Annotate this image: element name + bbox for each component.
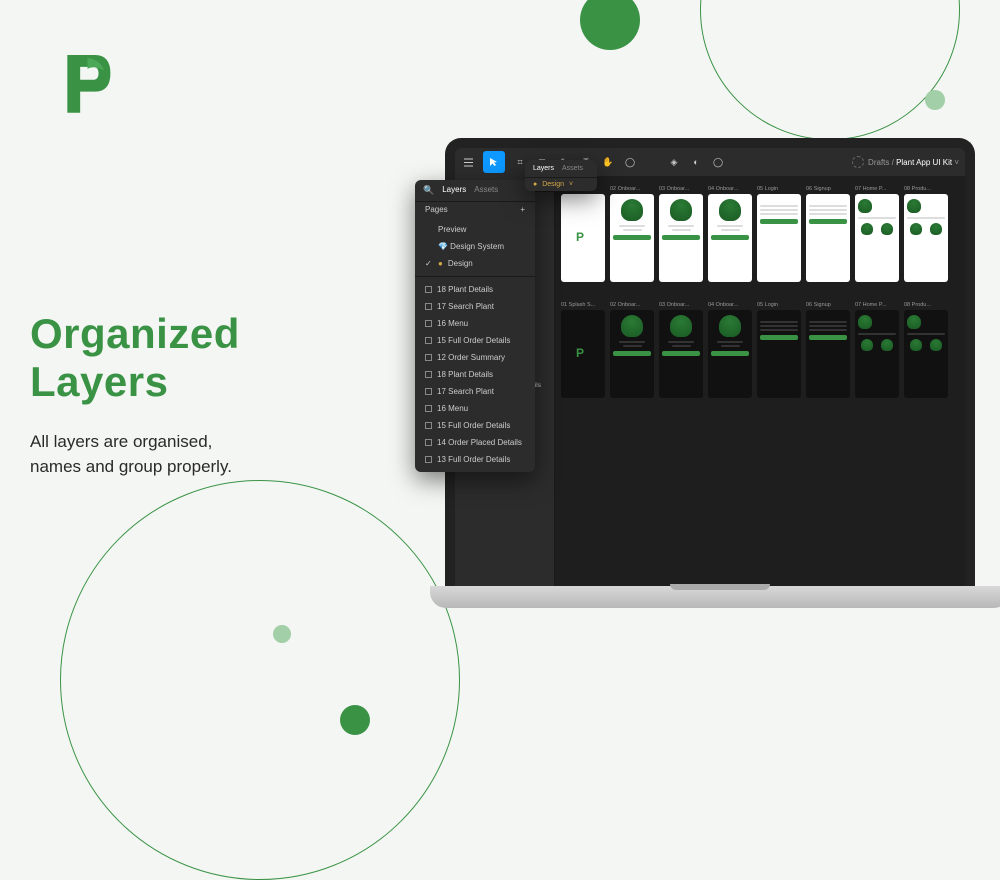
tab-layers[interactable]: Layers [533, 165, 554, 172]
artboard[interactable]: 06 Signup [806, 186, 850, 282]
brand-logo [60, 50, 115, 115]
artboard-screen [904, 194, 948, 282]
artboard[interactable]: 04 Onboar... [708, 186, 752, 282]
move-tool-icon[interactable] [483, 151, 505, 173]
layer-row[interactable]: 12 Order Summary [415, 349, 535, 366]
tab-assets[interactable]: Assets [562, 165, 583, 172]
layer-row[interactable]: 13 Full Order Details [415, 451, 535, 468]
artboard-screen [757, 310, 801, 398]
figma-menu-icon[interactable] [461, 155, 475, 169]
artboard-screen [708, 310, 752, 398]
page-title: Organized Layers [30, 310, 240, 407]
artboard-label: 01 Splash S... [561, 302, 605, 308]
artboard-screen [855, 310, 899, 398]
artboard-screen [708, 194, 752, 282]
avatar-icon[interactable] [852, 156, 864, 168]
artboard-screen [659, 194, 703, 282]
artboard-label: 07 Home P... [855, 302, 899, 308]
page-row[interactable]: Preview [415, 221, 535, 238]
artboard[interactable]: 08 Produ... [904, 302, 948, 398]
artboard-screen [855, 194, 899, 282]
layer-row[interactable]: 18 Plant Details [415, 366, 535, 383]
design-page-row[interactable]: ● Design ˅ [525, 178, 597, 191]
artboard-label: 04 Onboar... [708, 186, 752, 192]
laptop-notch [670, 584, 770, 590]
component-icon[interactable]: ◈ [667, 155, 681, 169]
layer-row[interactable]: 15 Full Order Details [415, 417, 535, 434]
artboard-screen [610, 194, 654, 282]
decoration-dot [925, 90, 945, 110]
floating-layers-panel-small: Layers Assets ● Design ˅ [525, 160, 597, 191]
page-row[interactable]: 💎 Design System [415, 238, 535, 255]
layer-row[interactable]: 17 Search Plant [415, 298, 535, 315]
layer-row[interactable]: 17 Search Plant [415, 383, 535, 400]
artboard[interactable]: 02 Onboar... [610, 186, 654, 282]
artboard[interactable]: 01 Splash S... P [561, 302, 605, 398]
artboard[interactable]: 03 Onboar... [659, 186, 703, 282]
page-subtitle: All layers are organised, names and grou… [30, 430, 232, 479]
add-page-icon[interactable]: + [520, 205, 525, 214]
artboard-label: 02 Onboar... [610, 302, 654, 308]
layer-row[interactable]: 14 Order Placed Details [415, 434, 535, 451]
floating-layers-panel: 🔍 Layers Assets Pages + Preview💎 Design … [415, 180, 535, 472]
artboard-screen: P [561, 194, 605, 282]
artboard-label: 06 Signup [806, 302, 850, 308]
layer-row[interactable]: 18 Plant Details [415, 281, 535, 298]
artboard-screen [659, 310, 703, 398]
layer-row[interactable]: 15 Full Order Details [415, 332, 535, 349]
artboard-label: 03 Onboar... [659, 186, 703, 192]
mask-icon[interactable]: ◐ [689, 155, 703, 169]
artboard[interactable]: 04 Onboar... [708, 302, 752, 398]
figma-canvas[interactable]: 01 Splash S... P 02 Onboar... 03 Onboar... 0… [555, 176, 965, 588]
project-path[interactable]: Drafts / Plant App UI Kit ˅ [868, 158, 959, 167]
artboard-label: 08 Produ... [904, 302, 948, 308]
artboard-screen [806, 194, 850, 282]
layer-row[interactable]: 16 Menu [415, 315, 535, 332]
artboard[interactable]: 01 Splash S...P [561, 186, 605, 282]
decoration-ring [700, 0, 960, 140]
tab-layers[interactable]: Layers [442, 185, 466, 196]
artboard-label: 04 Onboar... [708, 302, 752, 308]
artboard-label: 03 Onboar... [659, 302, 703, 308]
tab-assets[interactable]: Assets [474, 185, 498, 196]
boolean-icon[interactable]: ◯ [711, 155, 725, 169]
artboard-screen [806, 310, 850, 398]
artboard-label: 05 Login [757, 186, 801, 192]
artboard[interactable]: 05 Login [757, 302, 801, 398]
decoration-ring [60, 480, 460, 880]
artboard-label: 07 Home P... [855, 186, 899, 192]
artboard-label: 08 Produ... [904, 186, 948, 192]
artboard-screen [904, 310, 948, 398]
artboard[interactable]: 03 Onboar... [659, 302, 703, 398]
page-row[interactable]: ✓● Design [415, 255, 535, 272]
artboard-screen [757, 194, 801, 282]
decoration-dot [273, 625, 291, 643]
artboard-label: 06 Signup [806, 186, 850, 192]
artboard-label: 05 Login [757, 302, 801, 308]
artboard-screen [610, 310, 654, 398]
artboard[interactable]: 07 Home P... [855, 186, 899, 282]
artboard-label: 02 Onboar... [610, 186, 654, 192]
decoration-circle [340, 705, 370, 735]
pages-label: Pages [425, 205, 448, 214]
artboard[interactable]: 08 Produ... [904, 186, 948, 282]
decoration-circle [580, 0, 640, 50]
artboard[interactable]: 06 Signup [806, 302, 850, 398]
artboard[interactable]: 05 Login [757, 186, 801, 282]
hand-tool-icon[interactable]: ✋ [601, 155, 615, 169]
layer-row[interactable]: 16 Menu [415, 400, 535, 417]
artboard[interactable]: 07 Home P... [855, 302, 899, 398]
comment-tool-icon[interactable]: ◯ [623, 155, 637, 169]
artboard-screen: P [561, 310, 605, 398]
artboard[interactable]: 02 Onboar... [610, 302, 654, 398]
